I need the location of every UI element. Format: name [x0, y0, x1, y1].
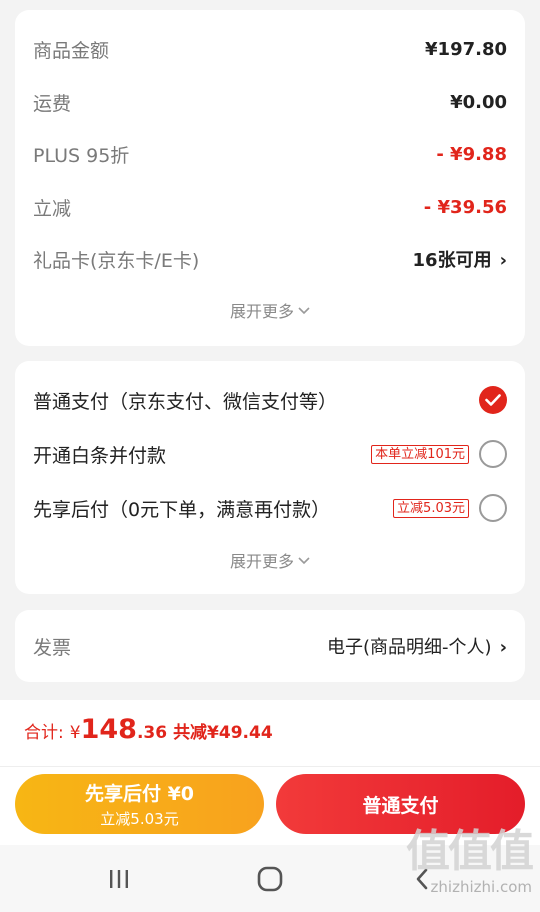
plus-discount-label: PLUS 95折 — [33, 144, 130, 167]
instant-discount-label: 立减 — [33, 197, 72, 220]
shipping-row: 运费 ¥0.00 — [15, 76, 525, 128]
divider — [0, 766, 540, 767]
goods-amount-label: 商品金额 — [33, 39, 110, 62]
order-total: 合计: ¥ 148 .36 共减¥49.44 — [24, 714, 273, 758]
payment-option-normal[interactable]: 普通支付（京东支付、微信支付等） — [15, 374, 525, 426]
bnpl-pay-button[interactable]: 先享后付 ¥0 立减5.03元 — [15, 774, 264, 834]
invoice-value-wrap: 电子(商品明细-个人) › — [327, 633, 507, 659]
goods-amount-value: ¥197.80 — [425, 38, 507, 60]
site-watermark: 值值值 zhizhizhi.com — [382, 826, 534, 906]
gift-card-count: 16张可用 — [412, 250, 492, 271]
checkmark-icon[interactable] — [479, 386, 507, 414]
recents-icon[interactable] — [101, 861, 137, 897]
radio-unchecked-icon[interactable] — [479, 494, 507, 522]
instant-discount-value: - ¥39.56 — [423, 196, 507, 218]
chevron-down-icon — [298, 554, 310, 568]
invoice-card[interactable]: 发票 电子(商品明细-个人) › — [15, 610, 525, 682]
payment-method-card: 普通支付（京东支付、微信支付等） 开通白条并付款 本单立减101元 先享后付（0… — [15, 361, 525, 594]
plus-discount-value: - ¥9.88 — [436, 143, 507, 165]
payment-option-baitiao[interactable]: 开通白条并付款 本单立减101元 — [15, 428, 525, 480]
summary-expand-more[interactable]: 展开更多 — [15, 295, 525, 325]
home-icon[interactable] — [252, 861, 288, 897]
instant-discount-row: 立减 - ¥39.56 — [15, 181, 525, 233]
invoice-label: 发票 — [33, 636, 72, 659]
gift-card-value: 16张可用 › — [413, 246, 507, 272]
payment-expand-more[interactable]: 展开更多 — [15, 545, 525, 575]
checkout-page: 商品金额 ¥197.80 运费 ¥0.00 PLUS 95折 - ¥9.88 立… — [0, 0, 540, 912]
shipping-label: 运费 — [33, 92, 72, 115]
summary-expand-label: 展开更多 — [229, 302, 294, 321]
payment-option-label: 开通白条并付款 — [33, 444, 167, 467]
watermark-logo: 值值值 — [406, 826, 534, 877]
bnpl-button-title: 先享后付 ¥0 — [84, 783, 195, 805]
promo-tag: 立减5.03元 — [393, 498, 469, 518]
total-discount: 共减¥49.44 — [173, 723, 273, 743]
watermark-url: zhizhizhi.com — [430, 878, 532, 896]
gift-card-label: 礼品卡(京东卡/E卡) — [33, 249, 200, 272]
invoice-value: 电子(商品明细-个人) — [327, 637, 492, 658]
shipping-value: ¥0.00 — [450, 91, 507, 113]
normal-button-title: 普通支付 — [362, 794, 439, 817]
total-decimal: .36 — [136, 723, 168, 743]
order-summary-card: 商品金额 ¥197.80 运费 ¥0.00 PLUS 95折 - ¥9.88 立… — [15, 10, 525, 346]
plus-discount-row: PLUS 95折 - ¥9.88 — [15, 128, 525, 180]
gift-card-row[interactable]: 礼品卡(京东卡/E卡) 16张可用 › — [15, 233, 525, 285]
total-currency: ¥ — [69, 723, 81, 743]
chevron-right-icon: › — [499, 637, 507, 658]
chevron-right-icon: › — [499, 250, 507, 271]
checkout-bar: 合计: ¥ 148 .36 共减¥49.44 先享后付 ¥0 立减5.03元 普… — [0, 700, 540, 845]
total-integer: 148 — [80, 714, 137, 745]
chevron-down-icon — [298, 304, 310, 318]
payment-option-label: 先享后付（0元下单，满意再付款） — [33, 498, 331, 521]
total-label: 合计: — [24, 723, 64, 743]
radio-unchecked-icon[interactable] — [479, 440, 507, 468]
invoice-row[interactable]: 发票 电子(商品明细-个人) › — [15, 620, 525, 672]
normal-pay-button[interactable]: 普通支付 — [276, 774, 525, 834]
promo-tag: 本单立减101元 — [371, 444, 469, 464]
bnpl-button-subtitle: 立减5.03元 — [100, 810, 179, 828]
payment-expand-label: 展开更多 — [229, 552, 294, 571]
payment-option-bnpl[interactable]: 先享后付（0元下单，满意再付款） 立减5.03元 — [15, 482, 525, 534]
payment-option-label: 普通支付（京东支付、微信支付等） — [33, 390, 338, 413]
goods-amount-row: 商品金额 ¥197.80 — [15, 23, 525, 75]
